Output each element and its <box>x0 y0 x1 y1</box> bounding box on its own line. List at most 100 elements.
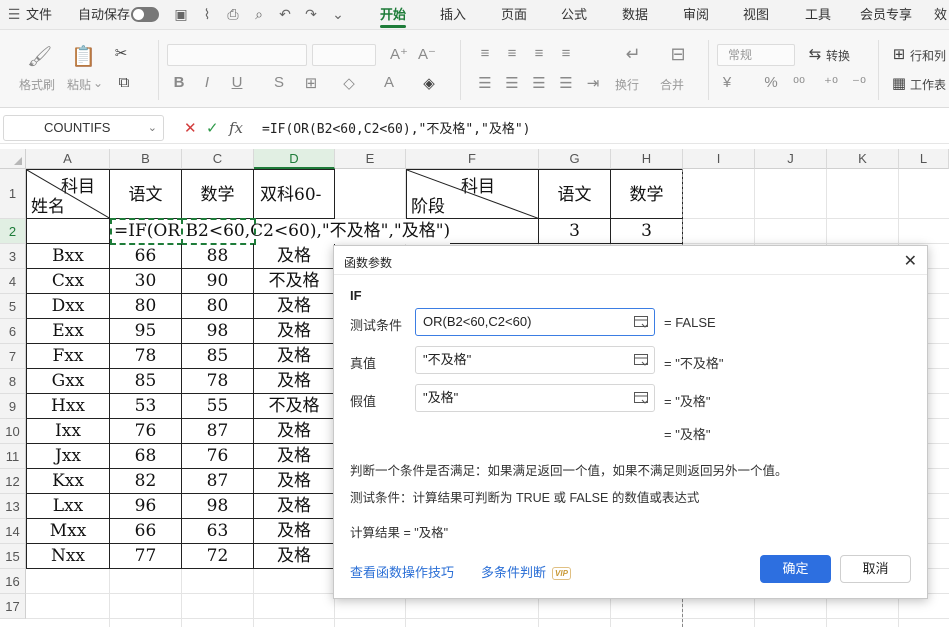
cell-D3[interactable]: 及格 <box>254 244 335 269</box>
redo-icon[interactable]: ↷ <box>303 6 319 22</box>
cell-C5[interactable]: 80 <box>182 294 254 319</box>
cell-C4[interactable]: 90 <box>182 269 254 294</box>
range-picker-icon[interactable] <box>633 390 649 406</box>
cell-A5[interactable]: Dxx <box>26 294 110 319</box>
worksheet-icon[interactable]: ▦ <box>888 74 910 92</box>
tab-data[interactable]: 数据 <box>622 0 648 29</box>
italic-icon[interactable]: I <box>196 74 218 91</box>
arg-input-condition[interactable]: OR(B2<60,C2<60) <box>415 308 655 336</box>
cell-A15[interactable]: Nxx <box>26 544 110 569</box>
cell-D5[interactable]: 及格 <box>254 294 335 319</box>
paste-dropdown-icon[interactable]: ⌄ <box>93 76 103 90</box>
cell-B12[interactable]: 82 <box>110 469 182 494</box>
cell-A12[interactable]: Kxx <box>26 469 110 494</box>
function-tips-link[interactable]: 查看函数操作技巧 <box>350 562 454 581</box>
chevron-down-icon[interactable]: ⌄ <box>148 116 157 140</box>
align-justify-icon[interactable]: ≡ <box>555 45 577 62</box>
underline-icon[interactable]: U <box>226 74 248 91</box>
print-icon[interactable]: ⎙ <box>225 6 241 22</box>
cell-D12[interactable]: 及格 <box>254 469 335 494</box>
tab-review[interactable]: 审阅 <box>683 0 709 29</box>
cell-A3[interactable]: Bxx <box>26 244 110 269</box>
column-header-G[interactable]: G <box>539 149 611 169</box>
distribute-icon[interactable]: ☰ <box>555 74 577 92</box>
column-header-D[interactable]: D <box>254 149 335 169</box>
tab-formula[interactable]: 公式 <box>561 0 587 29</box>
row-header-1[interactable]: 1 <box>0 169 26 219</box>
clear-format-icon[interactable]: ◈ <box>418 74 440 92</box>
row-header-14[interactable]: 14 <box>0 519 26 544</box>
cell-C11[interactable]: 76 <box>182 444 254 469</box>
cell-A8[interactable]: Gxx <box>26 369 110 394</box>
cell-D14[interactable]: 及格 <box>254 519 335 544</box>
confirm-icon[interactable]: ✓ <box>206 119 219 137</box>
undo-icon[interactable]: ↶ <box>277 6 293 22</box>
cell-C9[interactable]: 55 <box>182 394 254 419</box>
cell-C1[interactable]: 数学 <box>182 169 254 219</box>
cell-B11[interactable]: 68 <box>110 444 182 469</box>
cell-C15[interactable]: 72 <box>182 544 254 569</box>
cell-A13[interactable]: Lxx <box>26 494 110 519</box>
align-center-icon[interactable]: ☰ <box>501 74 523 92</box>
font-size-select[interactable] <box>312 44 376 66</box>
range-picker-icon[interactable] <box>633 314 649 330</box>
column-header-J[interactable]: J <box>755 149 827 169</box>
cell-C6[interactable]: 98 <box>182 319 254 344</box>
cell-G2[interactable]: 3 <box>539 219 611 244</box>
cell-A2[interactable] <box>26 219 110 244</box>
cell-D6[interactable]: 及格 <box>254 319 335 344</box>
cell-A4[interactable]: Cxx <box>26 269 110 294</box>
share-icon[interactable]: ⌇ <box>199 6 215 22</box>
strikethrough-icon[interactable]: S <box>268 74 290 91</box>
row-header-4[interactable]: 4 <box>0 269 26 294</box>
cell-D11[interactable]: 及格 <box>254 444 335 469</box>
copy-icon[interactable]: ⧉ <box>113 74 135 91</box>
cell-A7[interactable]: Fxx <box>26 344 110 369</box>
align-top-icon[interactable]: ≡ <box>474 45 496 62</box>
cell-B4[interactable]: 30 <box>110 269 182 294</box>
tab-view[interactable]: 视图 <box>743 0 769 29</box>
row-header-8[interactable]: 8 <box>0 369 26 394</box>
tab-member[interactable]: 会员专享 <box>860 0 912 29</box>
cell-B14[interactable]: 66 <box>110 519 182 544</box>
cell-B7[interactable]: 78 <box>110 344 182 369</box>
cell-B1[interactable]: 语文 <box>110 169 182 219</box>
cell-D7[interactable]: 及格 <box>254 344 335 369</box>
row-header-15[interactable]: 15 <box>0 544 26 569</box>
chevron-down-icon[interactable]: ⌄ <box>330 6 346 22</box>
indent-icon[interactable]: ⇥ <box>582 74 604 92</box>
format-painter-label[interactable]: 格式刷 <box>19 76 55 93</box>
tab-tools[interactable]: 工具 <box>805 0 831 29</box>
cell-C3[interactable]: 88 <box>182 244 254 269</box>
cell-C8[interactable]: 78 <box>182 369 254 394</box>
row-header-17[interactable]: 17 <box>0 594 26 619</box>
cell-B13[interactable]: 96 <box>110 494 182 519</box>
percent-icon[interactable]: % <box>760 74 782 91</box>
column-header-H[interactable]: H <box>611 149 683 169</box>
row-col-label[interactable]: 行和列 <box>910 47 946 64</box>
align-left-icon[interactable]: ☰ <box>474 74 496 92</box>
format-painter-icon[interactable]: 🖌 <box>27 44 52 69</box>
row-header-16[interactable]: 16 <box>0 569 26 594</box>
save-icon[interactable]: ▣ <box>173 6 189 22</box>
cell-F1[interactable]: 科目 阶段 <box>406 169 539 219</box>
column-header-C[interactable]: C <box>182 149 254 169</box>
arg-input-true[interactable]: "不及格" <box>415 346 655 374</box>
wrap-label[interactable]: 换行 <box>615 76 639 93</box>
cell-A10[interactable]: Ixx <box>26 419 110 444</box>
cell-C13[interactable]: 98 <box>182 494 254 519</box>
row-header-5[interactable]: 5 <box>0 294 26 319</box>
cut-icon[interactable]: ✂ <box>110 44 132 62</box>
row-header-6[interactable]: 6 <box>0 319 26 344</box>
cell-B15[interactable]: 77 <box>110 544 182 569</box>
column-header-L[interactable]: L <box>899 149 949 169</box>
convert-label[interactable]: 转换 <box>826 47 850 64</box>
cell-A14[interactable]: Mxx <box>26 519 110 544</box>
multi-condition-link[interactable]: 多条件判断 VIP <box>481 562 571 581</box>
currency-icon[interactable]: ¥ <box>716 74 738 91</box>
cell-B3[interactable]: 66 <box>110 244 182 269</box>
autosave-toggle[interactable] <box>131 7 159 22</box>
column-header-B[interactable]: B <box>110 149 182 169</box>
formula-input[interactable]: =IF(OR(B2<60,C2<60),"不及格","及格") <box>262 118 531 137</box>
cell-A1[interactable]: 科目 姓名 <box>26 169 110 219</box>
